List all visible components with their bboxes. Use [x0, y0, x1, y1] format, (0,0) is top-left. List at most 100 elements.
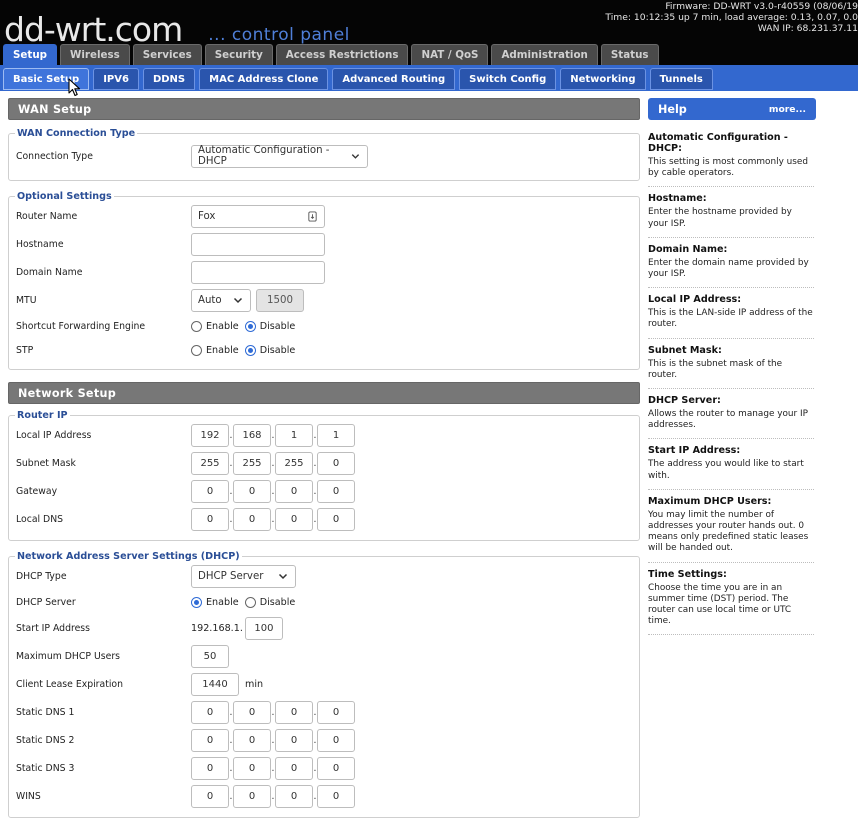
octet-input[interactable]: 0	[317, 728, 355, 752]
wins-label: WINS	[16, 790, 41, 802]
mouse-cursor-icon	[68, 78, 81, 97]
help-more-link[interactable]: more...	[769, 104, 806, 115]
octet-input[interactable]: 0	[191, 756, 229, 780]
help-item-desc: Allows the router to manage your IP addr…	[648, 409, 808, 431]
octet-input[interactable]: 0	[317, 479, 355, 503]
tab-security[interactable]: Security	[204, 44, 273, 65]
logo-brand: dd-wrt.com	[4, 10, 183, 49]
static-dns3-input: 0. 0. 0. 0	[191, 756, 355, 780]
octet-input[interactable]: 168	[233, 423, 271, 447]
dhcp-type-value: DHCP Server	[198, 570, 264, 582]
octet-input[interactable]: 0	[233, 756, 271, 780]
hostname-input[interactable]	[191, 232, 325, 256]
lease-expiration-input[interactable]: 1440	[191, 672, 239, 696]
tab-status[interactable]: Status	[600, 44, 659, 65]
octet-input[interactable]: 0	[191, 700, 229, 724]
help-item: Start IP Address: The address you would …	[648, 439, 814, 490]
radio-off-icon	[191, 344, 202, 356]
octet-input[interactable]: 255	[233, 451, 271, 475]
tab-setup[interactable]: Setup	[3, 44, 58, 65]
mtu-mode-value: Auto	[198, 294, 222, 306]
help-item: Maximum DHCP Users: You may limit the nu…	[648, 490, 814, 563]
dhcp-enable-label: Enable	[206, 596, 239, 608]
octet-input[interactable]: 0	[317, 700, 355, 724]
octet-input[interactable]: 0	[317, 451, 355, 475]
octet-input[interactable]: 0	[275, 784, 313, 808]
tab-administration[interactable]: Administration	[491, 44, 598, 65]
octet-input[interactable]: 0	[275, 479, 313, 503]
octet-input[interactable]: 0	[275, 700, 313, 724]
help-item: Domain Name: Enter the domain name provi…	[648, 238, 814, 289]
octet-input[interactable]: 0	[317, 784, 355, 808]
wan-connection-type-group: WAN Connection Type Connection Type Auto…	[8, 128, 640, 181]
domain-name-input[interactable]	[191, 260, 325, 284]
connection-type-select[interactable]: Automatic Configuration - DHCP	[191, 144, 368, 168]
octet-input[interactable]: 0	[191, 784, 229, 808]
subtab-advanced-routing[interactable]: Advanced Routing	[332, 68, 456, 90]
help-item-title: Maximum DHCP Users:	[648, 495, 772, 507]
octet-input[interactable]: 0	[233, 507, 271, 531]
sfe-disable-radio[interactable]: Disable	[244, 320, 295, 332]
dhcp-disable-radio[interactable]: Disable	[244, 596, 295, 608]
octet-input[interactable]: 0	[191, 728, 229, 752]
octet-input[interactable]: 255	[191, 451, 229, 475]
octet-input[interactable]: 0	[191, 507, 229, 531]
octet-input[interactable]: 192	[191, 423, 229, 447]
max-dhcp-users-label: Maximum DHCP Users	[16, 650, 120, 662]
help-title: Help	[658, 102, 687, 116]
radio-off-icon	[191, 320, 202, 332]
octet-input[interactable]: 1	[275, 423, 313, 447]
tab-access-restrictions[interactable]: Access Restrictions	[275, 44, 409, 65]
router-name-input[interactable]: Fox	[191, 204, 325, 228]
help-item: Subnet Mask: This is the subnet mask of …	[648, 339, 814, 390]
dhcp-type-select[interactable]: DHCP Server	[191, 564, 296, 588]
stp-disable-radio[interactable]: Disable	[244, 344, 295, 356]
tab-services[interactable]: Services	[132, 44, 202, 65]
octet-input[interactable]: 0	[191, 479, 229, 503]
octet-input[interactable]: 1	[317, 423, 355, 447]
dhcp-settings-legend: Network Address Server Settings (DHCP)	[17, 551, 240, 562]
help-header: Help more...	[648, 98, 816, 120]
firmware-info: Firmware: DD-WRT v3.0-r40559 (08/06/19 T…	[605, 1, 858, 34]
octet-input[interactable]: 0	[317, 756, 355, 780]
octet-input[interactable]: 0	[233, 728, 271, 752]
chevron-down-icon	[233, 297, 243, 304]
octet-input[interactable]: 255	[275, 451, 313, 475]
max-dhcp-users-input[interactable]: 50	[191, 644, 229, 668]
router-name-value: Fox	[198, 210, 216, 222]
subtab-ipv6[interactable]: IPV6	[93, 68, 139, 90]
octet-input[interactable]: 0	[233, 784, 271, 808]
connection-type-value: Automatic Configuration - DHCP	[198, 145, 330, 167]
subtab-mac-address-clone[interactable]: MAC Address Clone	[199, 68, 329, 90]
subtab-ddns[interactable]: DDNS	[142, 68, 196, 90]
subtab-networking[interactable]: Networking	[560, 68, 646, 90]
octet-input[interactable]: 0	[275, 507, 313, 531]
start-ip-input[interactable]: 100	[244, 616, 283, 640]
dhcp-enable-radio[interactable]: Enable	[191, 596, 239, 608]
mtu-mode-select[interactable]: Auto	[191, 288, 251, 312]
help-item-title: Subnet Mask:	[648, 344, 722, 356]
help-item-title: DHCP Server:	[648, 395, 721, 407]
header: dd-wrt.com ... control panel Firmware: D…	[0, 0, 858, 65]
radio-on-icon	[244, 344, 256, 356]
tab-wireless[interactable]: Wireless	[60, 44, 130, 65]
sfe-enable-radio[interactable]: Enable	[191, 320, 239, 332]
stp-enable-radio[interactable]: Enable	[191, 344, 239, 356]
octet-input[interactable]: 0	[275, 756, 313, 780]
help-item-desc: Choose the time you are in an summer tim…	[648, 582, 792, 627]
help-panel: Help more... Automatic Configuration - D…	[648, 98, 816, 636]
static-dns2-label: Static DNS 2	[16, 734, 75, 746]
subtab-tunnels[interactable]: Tunnels	[649, 68, 713, 90]
octet-input[interactable]: 0	[233, 700, 271, 724]
router-ip-legend: Router IP	[17, 410, 68, 421]
help-item-desc: This is the subnet mask of the router.	[648, 358, 783, 380]
radio-on-icon	[244, 320, 256, 332]
connection-type-label: Connection Type	[16, 150, 93, 162]
octet-input[interactable]: 0	[275, 728, 313, 752]
main-tabs: Setup Wireless Services Security Access …	[3, 44, 659, 65]
octet-input[interactable]: 0	[233, 479, 271, 503]
subtab-switch-config[interactable]: Switch Config	[459, 68, 557, 90]
local-dns-input: 0. 0. 0. 0	[191, 507, 355, 531]
octet-input[interactable]: 0	[317, 507, 355, 531]
tab-nat-qos[interactable]: NAT / QoS	[411, 44, 489, 65]
